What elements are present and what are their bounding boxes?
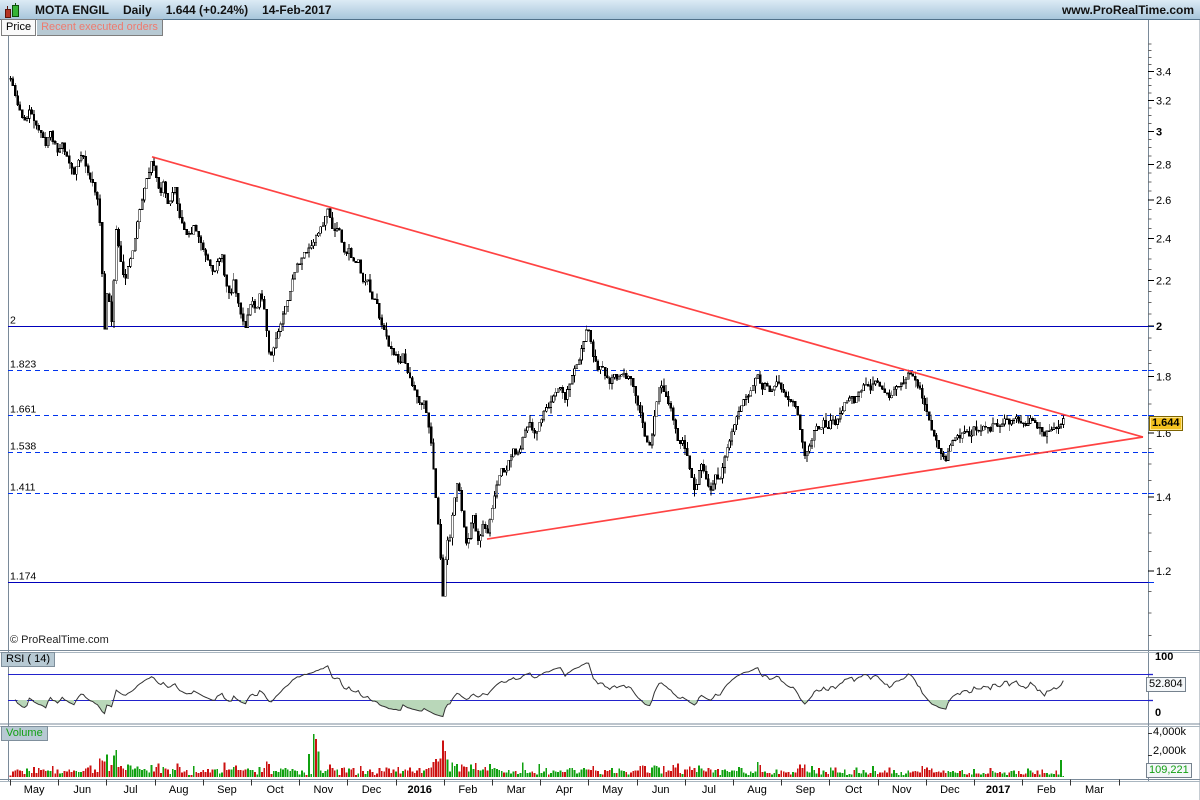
- svg-text:Nov: Nov: [892, 784, 912, 796]
- svg-text:Jun: Jun: [73, 784, 91, 796]
- rsi-axis-max: 100: [1155, 651, 1174, 663]
- svg-text:2.2: 2.2: [1156, 275, 1171, 287]
- rsi-line: [14, 662, 1064, 718]
- chart-tabs: Price Recent executed orders: [1, 19, 163, 36]
- svg-text:Apr: Apr: [556, 784, 573, 796]
- svg-text:3.4: 3.4: [1156, 66, 1171, 78]
- last-quote: 1.644 (+0.24%): [165, 2, 249, 17]
- svg-text:1.411: 1.411: [10, 482, 36, 494]
- svg-text:2.4: 2.4: [1156, 233, 1171, 245]
- svg-text:Dec: Dec: [362, 784, 382, 796]
- svg-text:2.8: 2.8: [1156, 159, 1171, 171]
- volume-series: [9, 734, 1065, 777]
- svg-text:Dec: Dec: [940, 784, 960, 796]
- titlebar: MOTA ENGIL Daily 1.644 (+0.24%) 14-Feb-2…: [0, 0, 1200, 20]
- svg-text:Sep: Sep: [796, 784, 816, 796]
- svg-text:2017: 2017: [986, 784, 1010, 796]
- price-axis: 1.21.41.61.822.22.42.62.833.23.4: [1148, 43, 1171, 636]
- tab-price[interactable]: Price: [1, 19, 37, 36]
- svg-text:Jul: Jul: [702, 784, 716, 796]
- svg-text:3: 3: [1156, 126, 1162, 138]
- last-price-badge: 1.644: [1149, 416, 1183, 431]
- website-link[interactable]: www.ProRealTime.com: [1062, 3, 1194, 17]
- volume-value-badge: 109,221: [1146, 763, 1192, 778]
- svg-text:1.2: 1.2: [1156, 566, 1171, 578]
- copyright-note: © ProRealTime.com: [10, 634, 109, 646]
- quote-date: 14-Feb-2017: [262, 2, 332, 17]
- price-chart-canvas[interactable]: 21.8231.6611.5381.4111.174 1.21.41.61.822…: [0, 0, 1200, 800]
- svg-text:2: 2: [1156, 321, 1162, 333]
- svg-text:1.661: 1.661: [10, 404, 36, 416]
- prorealtime-window: 2 1.823 1.661 1.538 1.411 1.174 1.2 1.4 1.6 1.8 2 2…: [0, 0, 1200, 800]
- svg-text:Feb: Feb: [1037, 784, 1056, 796]
- trendline-upper: [151, 156, 1144, 438]
- svg-text:2: 2: [10, 315, 16, 327]
- svg-text:1.174: 1.174: [10, 571, 36, 583]
- instrument-name: MOTA ENGIL: [35, 2, 109, 17]
- svg-text:Sep: Sep: [217, 784, 237, 796]
- svg-text:Mar: Mar: [1085, 784, 1104, 796]
- svg-text:Feb: Feb: [458, 784, 477, 796]
- svg-text:Jul: Jul: [123, 784, 137, 796]
- rsi-indicator-label[interactable]: RSI ( 14): [1, 652, 56, 667]
- svg-text:May: May: [602, 784, 623, 796]
- svg-text:2016: 2016: [407, 784, 431, 796]
- tab-recent-executed-orders[interactable]: Recent executed orders: [37, 19, 163, 36]
- rsi-axis-min: 0: [1155, 707, 1162, 719]
- candlestick-icon: [3, 2, 21, 18]
- svg-text:Aug: Aug: [747, 784, 767, 796]
- svg-text:Nov: Nov: [314, 784, 334, 796]
- rsi-value-badge: 52.804: [1146, 677, 1186, 692]
- svg-text:1.538: 1.538: [10, 441, 36, 453]
- volume-axis-2000k: 2,000k: [1153, 745, 1187, 757]
- svg-text:May: May: [24, 784, 45, 796]
- volume-indicator-label[interactable]: Volume: [1, 726, 48, 741]
- svg-text:2.6: 2.6: [1156, 195, 1171, 207]
- svg-text:Mar: Mar: [507, 784, 526, 796]
- svg-text:1.823: 1.823: [10, 359, 36, 371]
- svg-text:Jun: Jun: [652, 784, 670, 796]
- chart-frame: [0, 0, 1200, 800]
- candlestick-series: [9, 75, 1065, 597]
- timeframe-label: Daily: [123, 2, 152, 17]
- svg-text:3.2: 3.2: [1156, 95, 1171, 107]
- svg-text:1.4: 1.4: [1156, 492, 1171, 504]
- svg-text:1.8: 1.8: [1156, 372, 1171, 384]
- svg-text:Aug: Aug: [169, 784, 189, 796]
- volume-axis-4000k: 4,000k: [1153, 726, 1187, 738]
- svg-text:Oct: Oct: [845, 784, 862, 796]
- svg-text:Oct: Oct: [267, 784, 284, 796]
- rsi-panel: [8, 662, 1153, 718]
